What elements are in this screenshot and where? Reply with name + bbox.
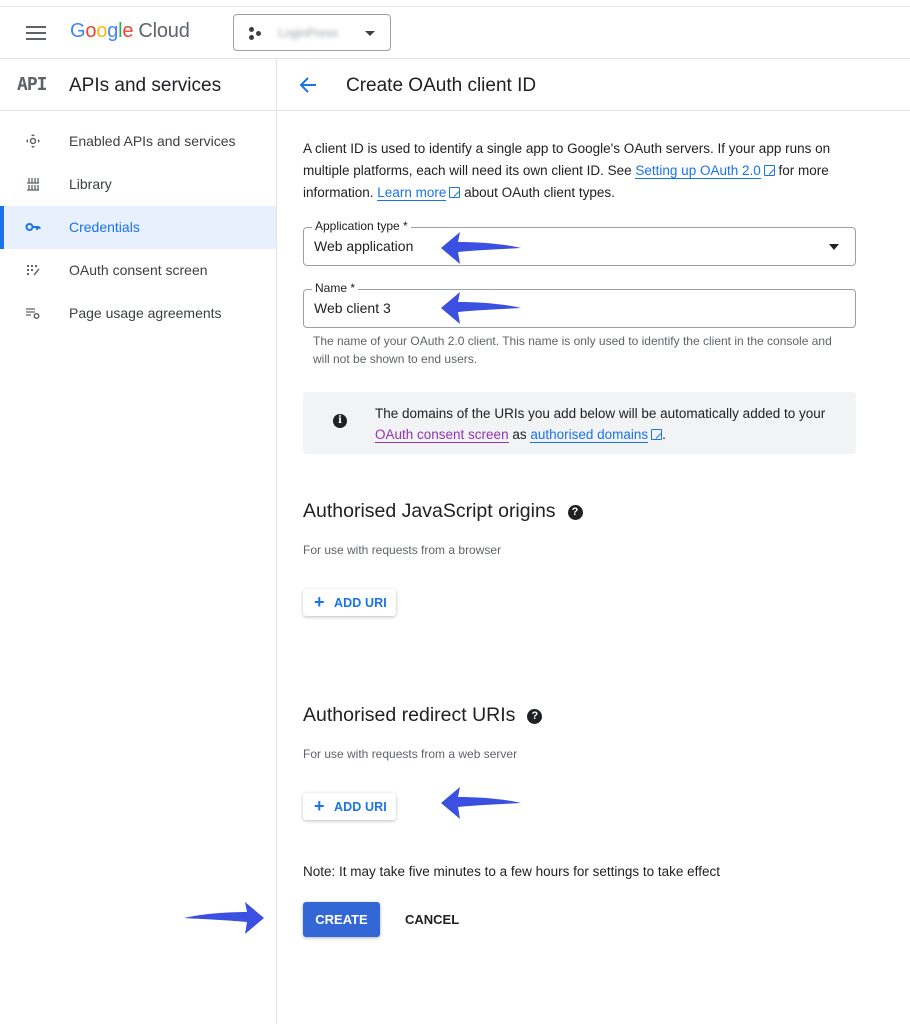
key-icon xyxy=(25,219,41,235)
add-js-origin-button[interactable]: + ADD URI xyxy=(303,589,396,616)
intro-text: A client ID is used to identify a single… xyxy=(303,141,831,201)
add-redirect-uri-button[interactable]: + ADD URI xyxy=(303,793,396,820)
google-cloud-logo[interactable]: Google Cloud xyxy=(70,20,190,43)
annotation-arrow-left-icon xyxy=(441,232,521,264)
name-field[interactable]: Name * Web client 3 xyxy=(303,281,856,328)
annotation-arrow-left-icon xyxy=(441,787,521,819)
plus-icon: + xyxy=(314,592,325,612)
main-panel: Create OAuth client ID A client ID is us… xyxy=(278,59,910,1024)
arrow-back-icon[interactable] xyxy=(297,74,319,96)
page-header: Create OAuth client ID xyxy=(278,59,910,111)
external-link-icon xyxy=(449,187,461,198)
project-dots-icon xyxy=(249,27,263,41)
learn-more-link[interactable]: Learn more xyxy=(377,185,447,201)
settings-note: Note: It may take five minutes to a few … xyxy=(303,864,720,879)
application-type-value: Web application xyxy=(314,238,414,254)
external-link-icon xyxy=(651,429,663,440)
hamburger-menu-icon[interactable] xyxy=(26,26,46,40)
sidebar-item-oauth-consent[interactable]: OAuth consent screen xyxy=(0,249,276,292)
cancel-button[interactable]: CANCEL xyxy=(393,902,473,937)
plus-icon: + xyxy=(314,796,325,816)
sidebar: API APIs and services Enabled APIs and s… xyxy=(0,59,277,1024)
create-button[interactable]: CREATE xyxy=(303,902,380,937)
top-app-bar: Google Cloud LoginPress xyxy=(0,6,910,59)
authorised-domains-link[interactable]: authorised domains xyxy=(530,427,649,443)
application-type-select[interactable]: Application type * Web application xyxy=(303,219,856,266)
name-value: Web client 3 xyxy=(314,300,391,316)
form-content: A client ID is used to identify a single… xyxy=(303,111,858,937)
consent-screen-icon xyxy=(25,262,41,278)
sidebar-header: API APIs and services xyxy=(0,59,276,111)
enabled-apis-icon xyxy=(25,133,41,149)
info-text: The domains of the URIs you add below wi… xyxy=(375,406,826,443)
setting-up-oauth-link[interactable]: Setting up OAuth 2.0 xyxy=(635,163,761,179)
sidebar-nav: Enabled APIs and services Library Creden… xyxy=(0,120,276,335)
js-origins-subtitle: For use with requests from a browser xyxy=(303,543,502,557)
external-link-icon xyxy=(763,165,775,176)
oauth-consent-screen-link[interactable]: OAuth consent screen xyxy=(375,427,509,443)
application-type-label: Application type * xyxy=(312,219,411,233)
project-name: LoginPress xyxy=(278,26,339,40)
annotation-arrow-right-icon xyxy=(184,902,264,934)
sidebar-title: APIs and services xyxy=(69,75,222,96)
name-hint: The name of your OAuth 2.0 client. This … xyxy=(313,334,832,366)
help-icon[interactable]: ? xyxy=(567,505,583,520)
caret-down-icon xyxy=(829,244,839,250)
sidebar-item-enabled-apis[interactable]: Enabled APIs and services xyxy=(0,120,276,163)
sidebar-item-library[interactable]: Library xyxy=(0,163,276,206)
settings-list-icon xyxy=(25,305,41,321)
library-icon xyxy=(25,176,41,192)
caret-down-icon xyxy=(365,31,375,36)
help-icon[interactable]: ? xyxy=(527,709,543,724)
js-origins-title: Authorised JavaScript origins? xyxy=(303,500,583,523)
page-title: Create OAuth client ID xyxy=(346,75,537,96)
redirect-uris-subtitle: For use with requests from a web server xyxy=(303,747,518,761)
api-icon: API xyxy=(17,74,47,95)
annotation-arrow-left-icon xyxy=(441,292,521,324)
redirect-uris-title: Authorised redirect URIs? xyxy=(303,704,543,727)
info-icon: i xyxy=(333,414,347,428)
sidebar-item-credentials[interactable]: Credentials xyxy=(0,206,276,249)
name-label: Name * xyxy=(312,281,359,295)
project-picker[interactable]: LoginPress xyxy=(233,14,391,51)
sidebar-item-page-usage[interactable]: Page usage agreements xyxy=(0,292,276,335)
info-banner: i The domains of the URIs you add below … xyxy=(303,392,856,454)
